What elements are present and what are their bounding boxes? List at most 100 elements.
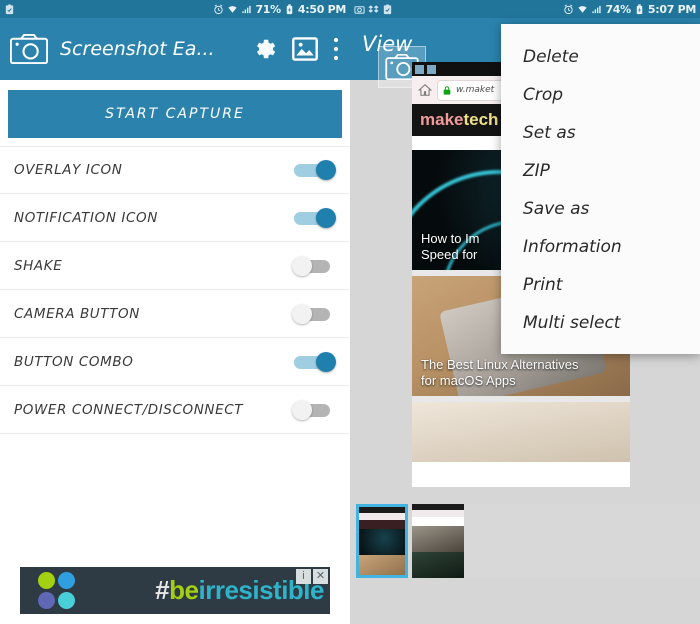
menu-item-multi-select[interactable]: Multi select (501, 304, 700, 342)
setting-label: SHAKE (14, 258, 62, 274)
camera-icon (354, 4, 365, 15)
thumb-logo-band (412, 517, 464, 526)
setting-row-camera-button[interactable]: CAMERA BUTTON (0, 290, 350, 338)
setting-row-overlay-icon[interactable]: OVERLAY ICON (0, 146, 350, 194)
menu-item-save-as[interactable]: Save as (501, 190, 700, 228)
clock-time-right: 5:07 PM (648, 3, 696, 16)
toggle-thumb (316, 160, 336, 180)
ad-banner[interactable]: #beirresistible i ✕ (20, 567, 330, 614)
battery-percent-left: 71% (255, 3, 280, 16)
toggle-button-combo[interactable] (292, 352, 336, 372)
status-bar-right: 74% 5:07 PM (350, 0, 700, 18)
setting-row-notification-icon[interactable]: NOTIFICATION ICON (0, 194, 350, 242)
ad-dot-blue (58, 572, 75, 589)
toggle-thumb (292, 256, 312, 276)
app-bar-actions (252, 36, 340, 62)
context-menu[interactable]: Delete Crop Set as ZIP Save as Informati… (501, 24, 700, 354)
article-title-line2: for macOS Apps (421, 373, 579, 389)
thumb-logo-band (359, 520, 405, 529)
setting-label: OVERLAY ICON (14, 162, 122, 178)
battery-percent-right: 74% (605, 3, 630, 16)
setting-label: POWER CONNECT/DISCONNECT (14, 402, 243, 418)
menu-item-crop[interactable]: Crop (501, 76, 700, 114)
toggle-shake[interactable] (292, 256, 336, 276)
menu-item-information[interactable]: Information (501, 228, 700, 266)
menu-item-delete[interactable]: Delete (501, 38, 700, 76)
battery-charging-icon (284, 4, 295, 15)
toggle-thumb (292, 400, 312, 420)
menu-item-print[interactable]: Print (501, 266, 700, 304)
clipboard-icon (382, 4, 393, 15)
ad-logo-dots (38, 572, 75, 609)
menu-item-set-as[interactable]: Set as (501, 114, 700, 152)
status-bar-left: 71% 4:50 PM (0, 0, 350, 18)
app-bar-left: Screenshot Ea... (0, 18, 350, 80)
toggle-thumb (316, 208, 336, 228)
camera-icon (10, 34, 48, 64)
setting-row-power-connect-disconnect[interactable]: POWER CONNECT/DISCONNECT (0, 386, 350, 434)
app-title: Screenshot Ea... (60, 38, 215, 60)
status-bar-right-icons (354, 4, 393, 15)
toggle-thumb (292, 304, 312, 324)
thumbnail-strip[interactable] (356, 504, 700, 578)
toggle-camera-button[interactable] (292, 304, 336, 324)
ad-close-icon[interactable]: ✕ (313, 569, 328, 584)
start-capture-button[interactable]: START CAPTURE (8, 90, 342, 138)
ad-hash: # (155, 575, 169, 605)
toggle-power-connect-disconnect[interactable] (292, 400, 336, 420)
ad-info-icon[interactable]: i (296, 569, 311, 584)
thumb-image-2 (412, 552, 464, 578)
thumb-image-1 (359, 529, 405, 555)
ad-dot-cyan (58, 592, 75, 609)
menu-item-zip[interactable]: ZIP (501, 152, 700, 190)
gear-icon[interactable] (252, 36, 278, 62)
wifi-icon (227, 4, 238, 15)
toggle-thumb (316, 352, 336, 372)
thumbnail-strip-empty (464, 504, 700, 578)
lock-secure-icon (442, 85, 452, 96)
more-vertical-icon[interactable] (332, 36, 340, 62)
capture-button-wrapper: START CAPTURE (0, 80, 350, 146)
wifi-icon (577, 4, 588, 15)
thumbnail-1[interactable] (356, 504, 408, 578)
article-title-line2: Speed for (421, 247, 480, 263)
thumbnail-2[interactable] (412, 504, 464, 578)
ad-dot-green (38, 572, 55, 589)
article-title-line1: The Best Linux Alternatives (421, 357, 579, 373)
setting-label: BUTTON COMBO (14, 354, 133, 370)
settings-list: OVERLAY ICON NOTIFICATION ICON SHAKE (0, 146, 350, 434)
setting-label: NOTIFICATION ICON (14, 210, 158, 226)
ad-badges: i ✕ (296, 569, 328, 584)
toggle-overlay-icon[interactable] (292, 160, 336, 180)
ad-be: be (169, 575, 198, 605)
article-title-1: How to Im Speed for (421, 231, 480, 264)
status-bar-right-left-panel: 71% 4:50 PM (213, 3, 346, 16)
thumb-url-bar (359, 513, 405, 520)
article-card-3-partial[interactable] (412, 402, 630, 462)
setting-row-shake[interactable]: SHAKE (0, 242, 350, 290)
alarm-icon (563, 4, 574, 15)
site-logo-tech: tech (463, 110, 498, 130)
clock-time-left: 4:50 PM (298, 3, 346, 16)
thumb-image-1 (412, 526, 464, 552)
setting-row-button-combo[interactable]: BUTTON COMBO (0, 338, 350, 386)
site-logo-make: make (420, 110, 463, 130)
preview-status-icon (427, 65, 436, 74)
image-icon[interactable] (292, 37, 318, 61)
status-bar-right-right-panel: 74% 5:07 PM (563, 3, 696, 16)
dropbox-icon (368, 4, 379, 15)
status-bar-left-icons (4, 4, 15, 15)
preview-status-icon (415, 65, 424, 74)
article-title-2: The Best Linux Alternatives for macOS Ap… (421, 357, 579, 390)
signal-icon (591, 4, 602, 15)
home-icon (418, 83, 432, 97)
battery-charging-icon (634, 4, 645, 15)
ad-dot-purple (38, 592, 55, 609)
preview-url-text: w.maket (456, 85, 494, 95)
screenshot-root: 71% 4:50 PM Screenshot Ea... (0, 0, 700, 624)
left-panel-screenshot-easy: 71% 4:50 PM Screenshot Ea... (0, 0, 350, 624)
article-title-line1: How to Im (421, 231, 480, 247)
signal-icon (241, 4, 252, 15)
toggle-notification-icon[interactable] (292, 208, 336, 228)
thumb-image-2 (359, 555, 405, 578)
